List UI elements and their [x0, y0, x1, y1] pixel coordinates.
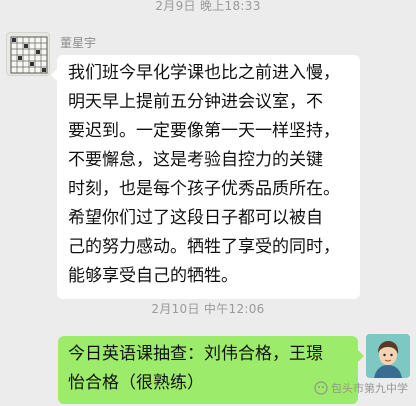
- sender-name: 董星宇: [60, 36, 97, 50]
- message-line: 时刻，也是每个孩子优秀品质所在。: [68, 179, 340, 199]
- timestamp-second: 2月10日 中午12:06: [151, 302, 265, 316]
- message-line: 希望你们过了这段日子都可以被自: [68, 208, 323, 228]
- timetable-avatar-icon: [10, 36, 48, 74]
- cartoon-person-avatar-icon: [366, 334, 410, 378]
- sender-avatar[interactable]: [6, 32, 50, 76]
- message-line: 不要懈怠，这是考验自控力的关键: [68, 150, 323, 170]
- watermark: 包头市第九中学: [314, 380, 408, 396]
- watermark-text: 包头市第九中学: [331, 382, 408, 395]
- received-message-bubble[interactable]: 我们班今早化学课也比之前进入慢， 明天早上提前五分钟进会议室，不 要迟到。一定要…: [51, 55, 360, 299]
- wechat-channel-icon: [314, 381, 328, 395]
- message-line: 怡合格（很熟练）: [68, 373, 204, 393]
- message-line: 己的努力感动。牺牲了享受的同时，: [68, 237, 340, 257]
- message-line: 我们班今早化学课也比之前进入慢，: [68, 63, 340, 83]
- self-avatar[interactable]: [366, 334, 410, 378]
- message-line: 能够享受自己的牺牲。: [68, 266, 238, 286]
- message-line: 要迟到。一定要像第一天一样坚持，: [68, 121, 340, 141]
- message-line: 明天早上提前五分钟进会议室，不: [68, 92, 323, 112]
- timestamp-first: 2月9日 晚上18:33: [155, 0, 261, 13]
- message-line: 今日英语课抽查：刘伟合格，王璟: [68, 344, 323, 364]
- sent-message-bubble[interactable]: 今日英语课抽查：刘伟合格，王璟 怡合格（很熟练）: [58, 336, 364, 404]
